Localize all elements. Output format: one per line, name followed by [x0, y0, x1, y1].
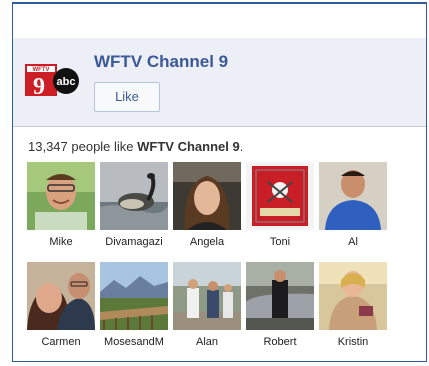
page-header: WFTV 9 abc WFTV Channel 9 Like — [13, 38, 426, 127]
like-button[interactable]: Like — [94, 82, 160, 112]
woman-party-photo[interactable] — [319, 262, 387, 330]
fan-name[interactable]: Alan — [173, 336, 241, 348]
fan-item[interactable]: Divamagazi — [100, 162, 168, 248]
fan-item[interactable]: Robert — [246, 262, 314, 348]
fan-item[interactable]: Carmen — [27, 262, 95, 348]
like-count-text: 13,347 people like WFTV Channel 9. — [28, 139, 243, 154]
mountain-view-photo[interactable] — [100, 262, 168, 330]
fan-item[interactable]: MosesandM — [100, 262, 168, 348]
fan-name[interactable]: Divamagazi — [100, 236, 168, 248]
fan-item[interactable]: Toni — [246, 162, 314, 248]
like-box-widget: WFTV 9 abc WFTV Channel 9 Like 13,347 pe… — [12, 2, 427, 362]
wftv-logo[interactable]: WFTV 9 abc — [25, 64, 81, 96]
like-count-prefix: 13,347 people like — [28, 139, 138, 154]
fan-name[interactable]: Toni — [246, 236, 314, 248]
buccaneers-flag-photo[interactable] — [246, 162, 314, 230]
fan-name[interactable]: Robert — [246, 336, 314, 348]
couple-photo[interactable] — [27, 262, 95, 330]
logo-network: abc — [57, 76, 76, 88]
fan-name[interactable]: Al — [319, 236, 387, 248]
fan-item[interactable]: Kristin — [319, 262, 387, 348]
man-blue-shirt-photo[interactable] — [319, 162, 387, 230]
fan-name[interactable]: Kristin — [319, 336, 387, 348]
man-suit-car-photo[interactable] — [246, 262, 314, 330]
fan-item[interactable]: Angela — [173, 162, 241, 248]
like-count-suffix: . — [239, 139, 244, 154]
people-outdoors-photo[interactable] — [173, 262, 241, 330]
smiling-man-photo[interactable] — [27, 162, 95, 230]
fan-item[interactable]: Al — [319, 162, 387, 248]
logo-number: 9 — [33, 74, 45, 96]
goose-photo[interactable] — [100, 162, 168, 230]
fan-name[interactable]: MosesandM — [100, 336, 168, 348]
fan-name[interactable]: Carmen — [27, 336, 95, 348]
page-name-link[interactable]: WFTV Channel 9 — [94, 52, 228, 72]
fan-item[interactable]: Alan — [173, 262, 241, 348]
logo-wftv-text: WFTV — [33, 67, 50, 73]
fan-item[interactable]: Mike — [27, 162, 95, 248]
fan-name[interactable]: Mike — [27, 236, 95, 248]
fan-name[interactable]: Angela — [173, 236, 241, 248]
woman-photo[interactable] — [173, 162, 241, 230]
like-count-page-link[interactable]: WFTV Channel 9 — [137, 139, 240, 154]
